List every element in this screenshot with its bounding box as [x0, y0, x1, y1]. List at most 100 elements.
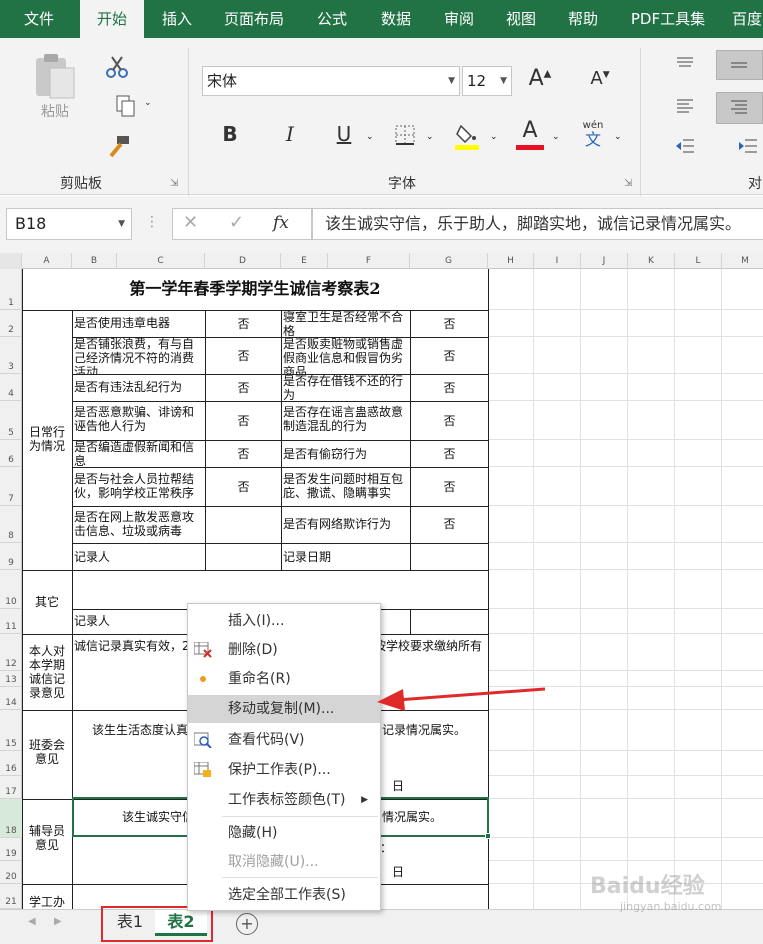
- row-header[interactable]: 1: [0, 269, 22, 310]
- row-header[interactable]: 6: [0, 440, 22, 467]
- column-header[interactable]: K: [628, 253, 675, 269]
- row-header[interactable]: 7: [0, 467, 22, 506]
- scroll-left-icon[interactable]: ◀: [28, 916, 36, 927]
- row-header[interactable]: 18: [0, 799, 22, 838]
- column-header[interactable]: C: [117, 253, 205, 269]
- align-center-button[interactable]: [716, 92, 763, 124]
- tab-page-layout[interactable]: 页面布局: [210, 0, 298, 38]
- row-header[interactable]: 13: [0, 671, 22, 687]
- borders-dropdown-icon[interactable]: ⌄: [426, 132, 434, 142]
- cut-button[interactable]: [102, 54, 132, 82]
- font-color-button[interactable]: A: [516, 120, 544, 150]
- font-color-dropdown-icon[interactable]: ⌄: [552, 132, 560, 142]
- colon-label: ：: [380, 841, 393, 855]
- tab-help[interactable]: 帮助: [552, 0, 614, 38]
- menu-move-or-copy[interactable]: 移动或复制(M)...: [188, 695, 380, 723]
- font-size-select[interactable]: 12 ▼: [462, 66, 512, 96]
- column-header[interactable]: H: [488, 253, 534, 269]
- row-header[interactable]: 2: [0, 310, 22, 337]
- copy-button[interactable]: ⌄: [100, 94, 152, 120]
- name-box[interactable]: B18 ▼: [6, 208, 132, 240]
- clipboard-launcher-icon[interactable]: ⇲: [170, 178, 178, 189]
- column-header[interactable]: D: [205, 253, 281, 269]
- tab-review[interactable]: 审阅: [428, 0, 490, 38]
- scroll-right-icon[interactable]: ▶: [54, 916, 62, 927]
- paste-button[interactable]: 粘贴: [30, 52, 80, 120]
- menu-tab-color[interactable]: 工作表标签颜色(T) ▶: [188, 786, 380, 814]
- row-header[interactable]: 9: [0, 543, 22, 570]
- add-sheet-button[interactable]: +: [236, 913, 258, 935]
- sheet-title: 第一学年春季学期学生诚信考察表2: [129, 279, 381, 298]
- borders-button[interactable]: [394, 124, 416, 146]
- menu-protect-sheet[interactable]: 保护工作表(P)...: [188, 756, 380, 784]
- column-header[interactable]: B: [72, 253, 117, 269]
- font-name-select[interactable]: 宋体 ▼: [202, 66, 460, 96]
- row-header[interactable]: 17: [0, 776, 22, 799]
- phonetic-button[interactable]: wén 文: [576, 120, 610, 150]
- item-left: 是否有违法乱纪行为: [74, 380, 183, 394]
- fill-color-button[interactable]: [452, 122, 482, 150]
- insert-function-icon[interactable]: fx: [273, 213, 289, 233]
- align-middle-button[interactable]: [716, 50, 763, 80]
- column-header[interactable]: F: [328, 253, 410, 269]
- row-header[interactable]: 8: [0, 506, 22, 543]
- underline-button[interactable]: U: [334, 122, 354, 148]
- decrease-indent-button[interactable]: [672, 136, 698, 158]
- row-header[interactable]: 16: [0, 751, 22, 776]
- decrease-font-size-button[interactable]: A▼: [588, 68, 612, 98]
- align-top-button[interactable]: [672, 54, 698, 76]
- row-header[interactable]: 20: [0, 861, 22, 884]
- underline-dropdown-icon[interactable]: ⌄: [366, 132, 374, 142]
- more-options-icon[interactable]: ⋮: [145, 214, 159, 230]
- fill-handle[interactable]: [485, 833, 491, 839]
- italic-button[interactable]: I: [280, 122, 300, 148]
- row-header[interactable]: 14: [0, 687, 22, 710]
- row-header[interactable]: 10: [0, 570, 22, 609]
- tab-insert[interactable]: 插入: [146, 0, 208, 38]
- fill-color-dropdown-icon[interactable]: ⌄: [490, 132, 498, 142]
- tab-formulas[interactable]: 公式: [300, 0, 364, 38]
- row-header[interactable]: 15: [0, 710, 22, 751]
- worksheet-grid[interactable]: 第一学年春季学期学生诚信考察表2 日常行为情况 其它 本人对本学期诚信记录意见 …: [22, 269, 763, 909]
- row-header[interactable]: 4: [0, 374, 22, 401]
- menu-insert[interactable]: 插入(I)...: [188, 607, 380, 635]
- column-header[interactable]: J: [581, 253, 628, 269]
- menu-delete[interactable]: 删除(D): [188, 636, 380, 664]
- format-painter-button[interactable]: [102, 134, 132, 162]
- tab-file[interactable]: 文件: [0, 0, 78, 38]
- tab-view[interactable]: 视图: [490, 0, 552, 38]
- tab-data[interactable]: 数据: [364, 0, 428, 38]
- menu-hide[interactable]: 隐藏(H): [188, 819, 380, 847]
- cancel-entry-icon[interactable]: ✕: [183, 212, 198, 233]
- tab-baidu[interactable]: 百度: [724, 0, 763, 38]
- copy-dropdown-icon[interactable]: ⌄: [144, 98, 152, 108]
- row-header[interactable]: 12: [0, 634, 22, 671]
- row-header[interactable]: 5: [0, 401, 22, 440]
- increase-font-size-button[interactable]: A▲: [528, 66, 552, 96]
- protect-sheet-icon: [194, 762, 211, 777]
- menu-select-all-sheets[interactable]: 选定全部工作表(S): [188, 881, 380, 909]
- menu-rename[interactable]: 重命名(R): [188, 665, 380, 693]
- tab-home[interactable]: 开始: [80, 0, 144, 38]
- phonetic-dropdown-icon[interactable]: ⌄: [614, 132, 622, 142]
- column-header[interactable]: E: [281, 253, 328, 269]
- font-launcher-icon[interactable]: ⇲: [624, 178, 632, 189]
- column-header[interactable]: I: [534, 253, 581, 269]
- increase-indent-button[interactable]: [734, 136, 760, 158]
- row-header[interactable]: 11: [0, 609, 22, 634]
- column-header[interactable]: M: [722, 253, 763, 269]
- column-header[interactable]: L: [675, 253, 722, 269]
- menu-view-code[interactable]: 查看代码(V): [188, 726, 380, 754]
- decrease-indent-icon: [676, 139, 694, 153]
- column-header[interactable]: G: [410, 253, 488, 269]
- row-header[interactable]: 19: [0, 838, 22, 861]
- row-header[interactable]: 21: [0, 884, 22, 909]
- row-header[interactable]: 3: [0, 337, 22, 374]
- align-left-button[interactable]: [672, 96, 698, 118]
- select-all-corner[interactable]: [0, 253, 22, 269]
- column-header[interactable]: A: [22, 253, 72, 269]
- bold-button[interactable]: B: [220, 122, 240, 148]
- confirm-entry-icon[interactable]: ✓: [229, 212, 244, 233]
- formula-input[interactable]: 该生诚实守信，乐于助人，脚踏实地，诚信记录情况属实。: [312, 208, 763, 240]
- tab-pdf-tools[interactable]: PDF工具集: [616, 0, 720, 38]
